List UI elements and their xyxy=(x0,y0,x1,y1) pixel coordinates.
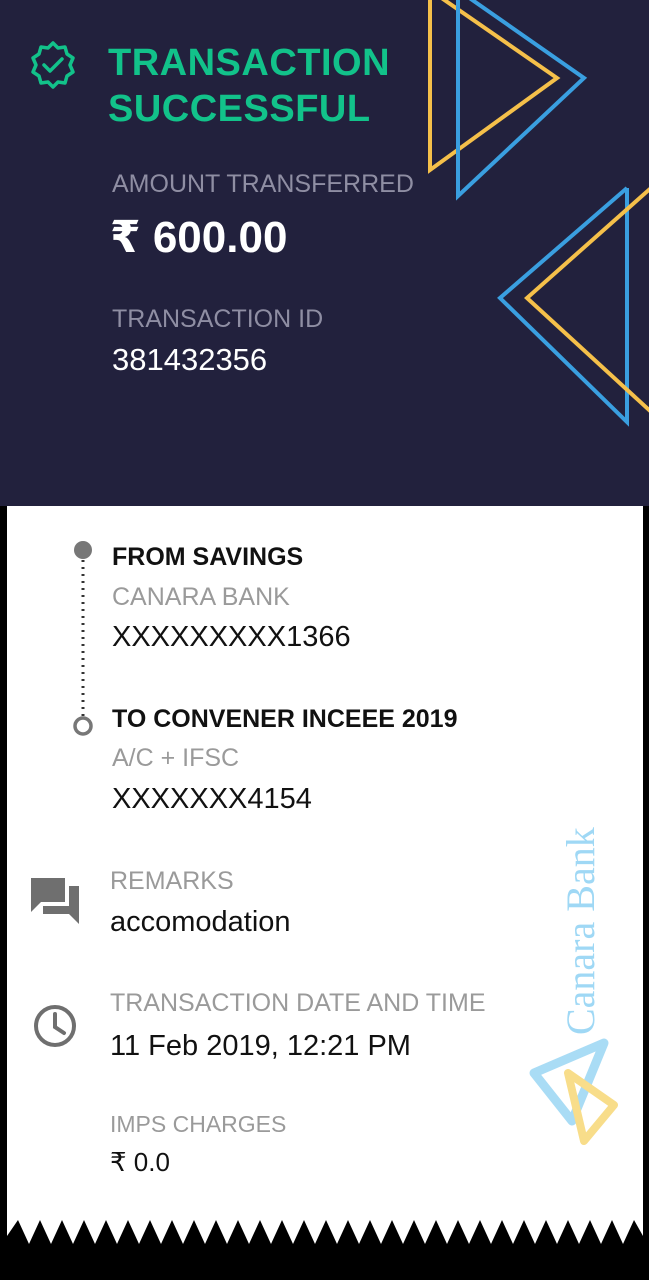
from-to-timeline xyxy=(73,541,93,736)
from-account-number: XXXXXXXXX1366 xyxy=(112,621,351,653)
remarks-value: accomodation xyxy=(110,906,291,938)
to-account-type: A/C + IFSC xyxy=(112,744,240,772)
datetime-label: TRANSACTION DATE AND TIME xyxy=(110,989,486,1017)
datetime-value: 11 Feb 2019, 12:21 PM xyxy=(110,1030,411,1062)
remarks-label: REMARKS xyxy=(110,867,234,895)
transaction-status-title: TRANSACTION SUCCESSFUL xyxy=(108,40,508,132)
status-title-line-1: TRANSACTION xyxy=(108,42,391,84)
amount-value: ₹ 600.00 xyxy=(110,213,288,262)
from-bank-name: CANARA BANK xyxy=(112,583,290,611)
amount-label: AMOUNT TRANSFERRED xyxy=(112,170,414,198)
receipt-torn-edge xyxy=(0,1220,649,1280)
transaction-id-value: 381432356 xyxy=(112,342,268,377)
transaction-header: TRANSACTION SUCCESSFUL AMOUNT TRANSFERRE… xyxy=(0,0,649,506)
from-account-title: FROM SAVINGS xyxy=(112,543,304,571)
imps-charges-label: IMPS CHARGES xyxy=(110,1111,287,1137)
to-account-title: TO CONVENER INCEEE 2019 xyxy=(112,705,458,733)
watermark-text: Canara Bank xyxy=(558,827,603,1035)
imps-charges-value: ₹ 0.0 xyxy=(110,1147,170,1177)
status-title-line-2: SUCCESSFUL xyxy=(108,88,371,130)
clock-icon xyxy=(34,1005,76,1047)
check-badge-icon xyxy=(31,41,75,89)
canara-bank-watermark: Canara Bank xyxy=(529,827,618,1145)
transaction-id-label: TRANSACTION ID xyxy=(112,305,324,333)
chat-bubbles-icon xyxy=(31,878,79,924)
to-account-number: XXXXXXX4154 xyxy=(112,783,312,815)
